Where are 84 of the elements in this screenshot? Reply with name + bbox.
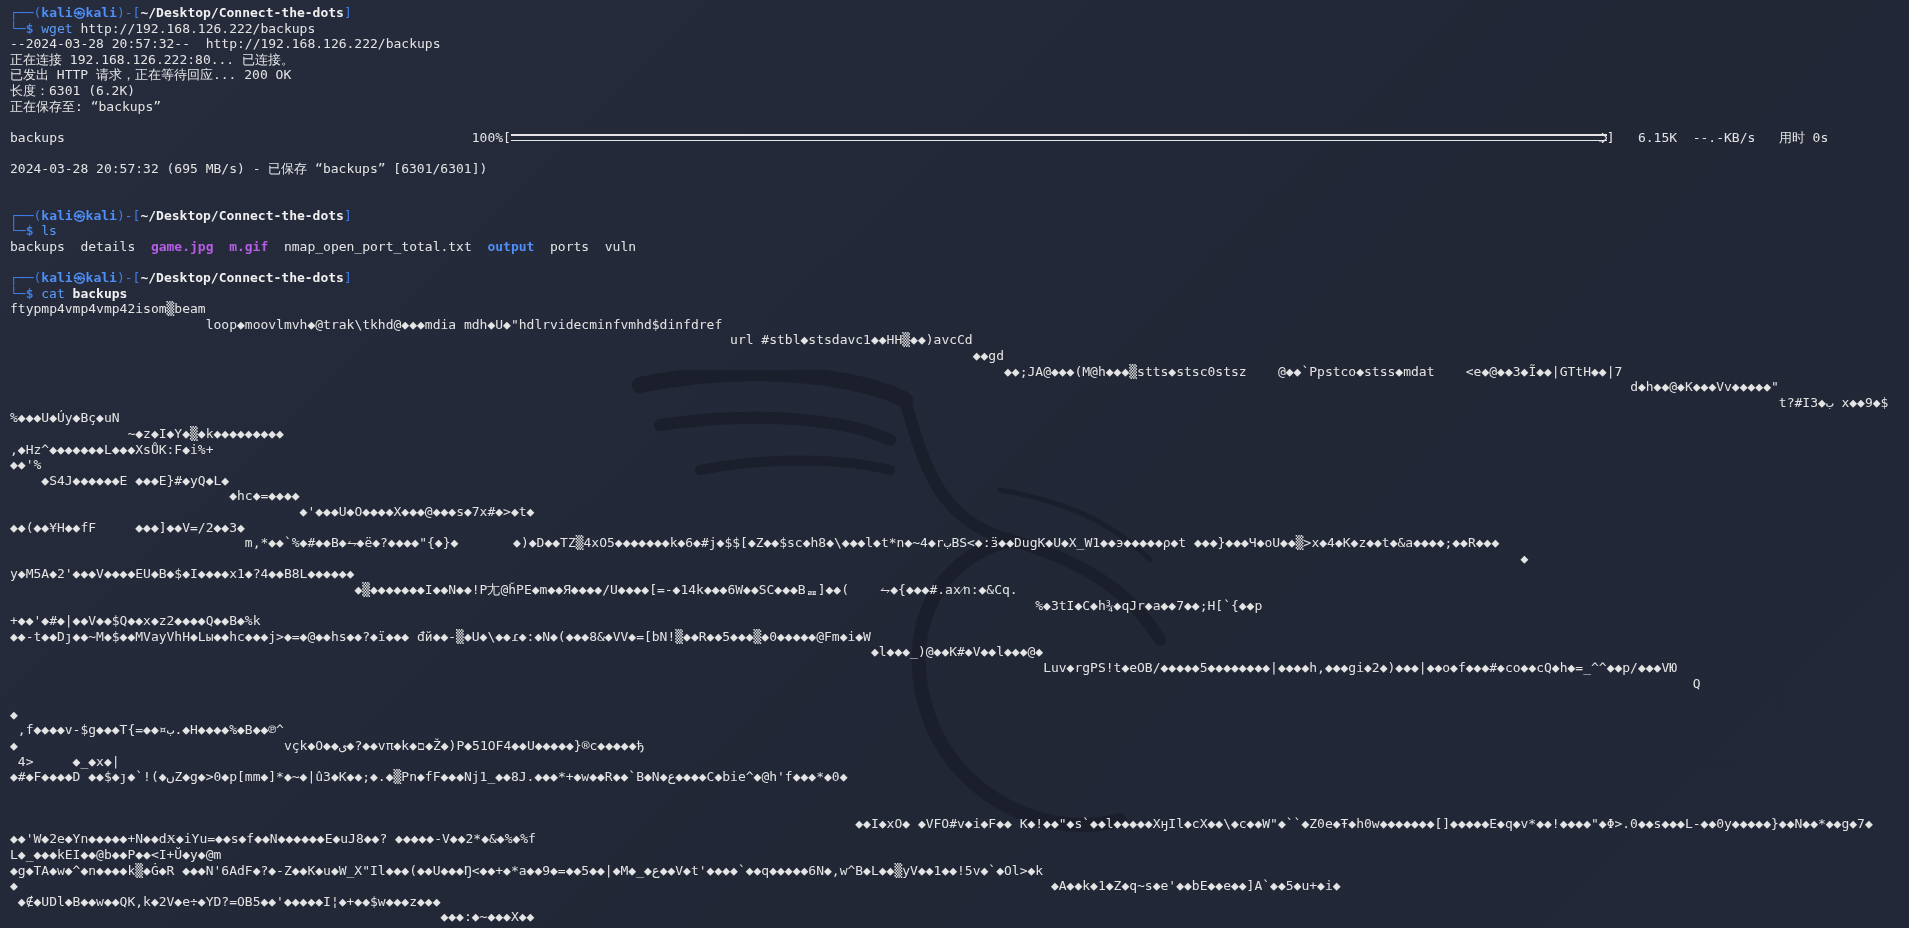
output-line: ◆◆gd [972, 348, 1004, 364]
prompt-frame: )-[ [116, 207, 141, 224]
command-name: cat [41, 285, 65, 301]
file-name: m.gif [229, 238, 269, 255]
prompt-user: kali㉿kali [41, 207, 117, 224]
prompt-user: kali㉿kali [41, 5, 117, 21]
output-line: 正在连接 192.168.126.222:80... 已连接。 [10, 51, 294, 68]
prompt-frame: └─ [10, 20, 26, 37]
output-line: ,f◆◆◆◆v-$g◆◆◆T{=◆◆¤ب.◆H◆◆◆◆%◆B◆◆℗^ [17, 722, 284, 738]
output-line: L◆_◆◆◆kEI◆◆@b◆◆P◆◆<I+Ŭ◆y◆@m [10, 847, 222, 863]
command-argument: http://192.168.126.222/backups [80, 20, 316, 37]
output-line: ◆#◆F◆◆◆◆D ◆◆$◆ȷ◆`!(◆ﮞZ◆g◆>0◆p[mm◆]*◆~◆|û3◆K◆◆;◆.◆▒Pn◆fF◆◆◆Nj1_◆◆8J.◆◆◆*+◆w◆◆R◆◆`B◆N◆ﻉ◆◆◆◆C◆bie^◆@h'f◆◆◆*◆0◆ [10, 769, 848, 785]
output-line: ◆'◆◆◆U◆O◆◆◆◆X◆◆◆@◆◆◆s◆7x#◆>◆t◆ [299, 504, 535, 520]
prompt-frame: └─ [10, 285, 26, 302]
output-line: y◆M5A◆2'◆◆◆V◆◆◆◆EU◆B◆$◆I◆◆◆◆x1◆?4◆◆B8L◆◆◆◆◆◆ [10, 566, 355, 582]
file-name: backups [10, 129, 66, 146]
prompt-path: ~/Desktop/Connect-the-dots [140, 5, 344, 21]
output-line: ◆◆'W◆2e◆Yn◆◆◆◆◆+N◆◆dӾ◆iYu=◆◆s◆f◆◆N◆◆◆◆◆◆E◆uJ8◆◆? ◆◆◆◆◆-V◆◆2*◆&◆%◆%f [10, 831, 536, 847]
output-line: ◆S4J◆◆◆◆◆◆E ◆◆◆E}#◆yQ◆L◆ [41, 472, 230, 489]
file-name: ports [550, 238, 590, 255]
output-line: %◆3tI◆C◆h¾◆qJr◆a◆◆7◆◆;H[`{◆◆p [1035, 597, 1263, 614]
prompt-path: ~/Desktop/Connect-the-dots [140, 207, 344, 224]
output-line: 4> ◆_◆x◆| [17, 753, 120, 769]
prompt-frame: ┌──( [10, 270, 42, 286]
output-line: ◆◆-t◆◆Dȷ◆◆~M◆$◆◆MVayVhH◆Lы◆◆hc◆◆◆j>◆=◆@◆◆hs◆◆?◆ï◆◆◆ đй◆◆-▒◆U◆\◆◆ɾ◆:◆N◆(◆◆◆8&◆VV◆=[bN!▒◆◆R◆◆5◆◆◆▒◆0◆◆◆◆◆@Fm◆i◆W [10, 628, 871, 645]
prompt-user: kali㉿kali [41, 270, 117, 286]
command-name: ls [41, 223, 57, 239]
output-line: ◆◆;JA@◆◆◆(M@h◆◆◆▒stts◆stsc0stsz @◆◆`Ppstco◆stss◆mdat <e◆@◆◆3◆Ĩ◆◆|GTtH◆◆|7 [1004, 363, 1623, 380]
output-line: Q [1692, 675, 1701, 692]
output-line: 长度：6301 (6.2K) [10, 82, 136, 99]
prompt-frame: ] [343, 270, 352, 286]
output-line: 已发出 HTTP 请求，正在等待回应... 200 OK [10, 67, 292, 83]
output-line: loop◆moovlmvh◆@trak\tkhd@◆◆◆mdia mdh◆U◆"hdlrvidecminfvmhd$dinfdref [205, 316, 723, 333]
output-line: ◆ ◆A◆◆k◆1◆Z◆q~s◆e'◆◆bE◆◆e◆◆]A`◆◆5◆u+◆i◆ [10, 878, 1341, 894]
file-name: game.jpg [150, 238, 214, 255]
prompt-sign: $ [25, 20, 34, 37]
output-line: ◆g◆TA◆w◆^◆n◆◆◆◆k▒◆Ġ◆R ◆◆◆N'6AdF◆?◆-Z◆◆K◆u◆W_X"Il◆◆◆(◆◆U◆◆◆Ŋ<◆◆+◆*a◆◆9◆=◆◆5◆◆|◆M◆_◆ع◆◆V◆t'◆◆◆◆`◆◆q◆◆◆◆◆6N◆,w^B◆L◆◆▒yV◆◆1◆◆!5v◆`◆Ol>◆k [10, 862, 1044, 879]
output-line: +◆◆'◆#◆|◆◆V◆◆$Q◆◆x◆z2◆◆◆◆Q◆◆B◆%k [10, 613, 261, 629]
output-line: --2024-03-28 20:57:32-- http://192.168.126.222/backups [10, 36, 441, 52]
output-line: m,*◆◆`%◆#◆◆B◆⥊◆ë◆?◆◆◆◆"{◆}◆ ◆)◆D◆◆TZ▒4xO5◆◆◆◆◆◆◆k◆6◆#j◆$$[◆Z◆◆$sc◆h8◆\◆◆◆l◆t*n◆~4◆rبBS<◆:ӟ◆◆DugK◆U◆X_W1◆◆э◆◆◆◆◆ρ◆t ◆◆◆}◆◆◆Ч◆oU◆◆▒>x◆4◆K◆z◆◆t◆&a◆◆◆◆;◆◆R◆◆◆ [244, 535, 1500, 551]
output-line: ◆◆(◆◆¥H◆◆fF ◆◆◆]◆◆V=/2◆◆3◆ [10, 519, 245, 536]
output-line: ◆l◆◆◆_)@◆◆K#◆V◆◆l◆◆◆@◆ [870, 644, 1044, 660]
output-line: ◆ vçk◆O◆◆ی◆?◆◆vπ◆k◆ם◆Ž◆)P◆51OF4◆◆U◆◆◆◆◆}®c◆◆◆◆◆ђ [10, 737, 645, 754]
progress-size: 6.15K [1637, 129, 1678, 146]
prompt-path: ~/Desktop/Connect-the-dots [140, 270, 344, 286]
progress-time-label: 用时 [1778, 129, 1805, 146]
file-name: details [80, 238, 136, 255]
file-name: nmap_open_port_total.txt [283, 238, 472, 255]
prompt-frame: ] [343, 5, 352, 21]
output-line: %◆◆◆U◆Úy◆Bç◆uN [10, 410, 120, 427]
output-line: ◆∉◆UDl◆B◆◆w◆◆QK,k◆2V◆e÷◆YD?=OB5◆◆'◆◆◆◆◆I¦◆+◆◆$w◆◆◆z◆◆◆ [17, 893, 441, 910]
output-line: ftypmp4vmp4vmp42isom▒beam [10, 301, 206, 317]
prompt-frame: └─ [10, 223, 26, 239]
output-line: ,◆Hz^◆◆◆◆◆◆◆L◆◆◆XsŮK:F◆i%+ [10, 441, 214, 458]
output-line: 正在保存至: “backups” [10, 98, 162, 115]
command-argument: backups [72, 285, 128, 301]
prompt-sign: $ [25, 223, 34, 239]
progress-bracket: ] [1606, 129, 1615, 146]
output-line: ◆hc◆=◆◆◆◆ [229, 488, 300, 504]
progress-time: 0s [1812, 129, 1829, 146]
output-line: 2024-03-28 20:57:32 (695 MB/s) - 已保存 “backups” [6301/6301]) [10, 160, 488, 177]
output-line: ◆◆◆:◆~◆◆◆X◆◆ [440, 909, 535, 926]
output-line: ◆◆I◆xO◆ ◆VFO#v◆i◆F◆◆ K◆!◆◆"◆s`◆◆l◆◆◆◆◆XӈӀl◆cX◆◆\◆c◆◆W"◆``◆Z0e◆Ŧ◆h0w◆◆◆◆◆◆◆[]◆◆◆◆◆E◆q◆v*◆◆!◆◆◆◆"◆Φ>.0◆◆s◆◆◆L-◆◆0y◆◆◆◆◆}◆◆N◆◆*◆◆g◆7◆ [855, 815, 1873, 832]
command-name: wget [41, 20, 73, 37]
output-line: ~◆z◆I◆Y◆▒◆k◆◆◆◆◆◆◆◆◆ [127, 426, 284, 442]
output-line: ◆◆'% [10, 457, 42, 473]
progress-percent: 100%[ [471, 129, 511, 146]
file-name: vuln [604, 238, 637, 255]
file-name: backups [10, 238, 65, 255]
output-line: ◆ [1520, 550, 1529, 567]
output-line: d◆h◆◆@◆K◆◆◆Vv◆◆◆◆◆" [1630, 379, 1779, 395]
prompt-sign: $ [25, 285, 34, 301]
output-line: ◆▒◆◆◆◆◆◆◆I◆◆N◆◆!P尢@ȟPE◆m◆◆Я◆◆◆◆/U◆◆◆◆[=-◆14k◆◆◆6W◆◆SC◆◆◆Bᆵ]◆◆( ⥊◆{◆◆◆#.ax⁄n:◆&Cq. [354, 581, 1018, 598]
prompt-frame: )-[ [116, 5, 141, 21]
progress-speed: --.-KB/s [1692, 129, 1756, 146]
output-line: Luv◆rgPS!t◆eOB/◆◆◆◆◆5◆◆◆◆◆◆◆◆|◆◆◆◆h,◆◆◆gi◆2◆)◆◆◆|◆◆o◆f◆◆◆#◆co◆◆cQ◆h◆=_^^◆◆p/◆◆◆VЮ [1043, 659, 1678, 676]
output-line: t?#I3◆ب x◆◆9◆$ [1778, 394, 1889, 411]
prompt-frame: ┌──( [10, 207, 42, 224]
prompt-frame: )-[ [116, 270, 141, 286]
prompt-frame: ] [343, 207, 352, 224]
output-line: url #stbl◆stsdavc1◆◆HH▒◆◆)avcCd [730, 332, 973, 349]
file-name: output [487, 238, 535, 255]
output-line: ◆ [10, 706, 18, 723]
prompt-frame: ┌──( [10, 5, 42, 21]
